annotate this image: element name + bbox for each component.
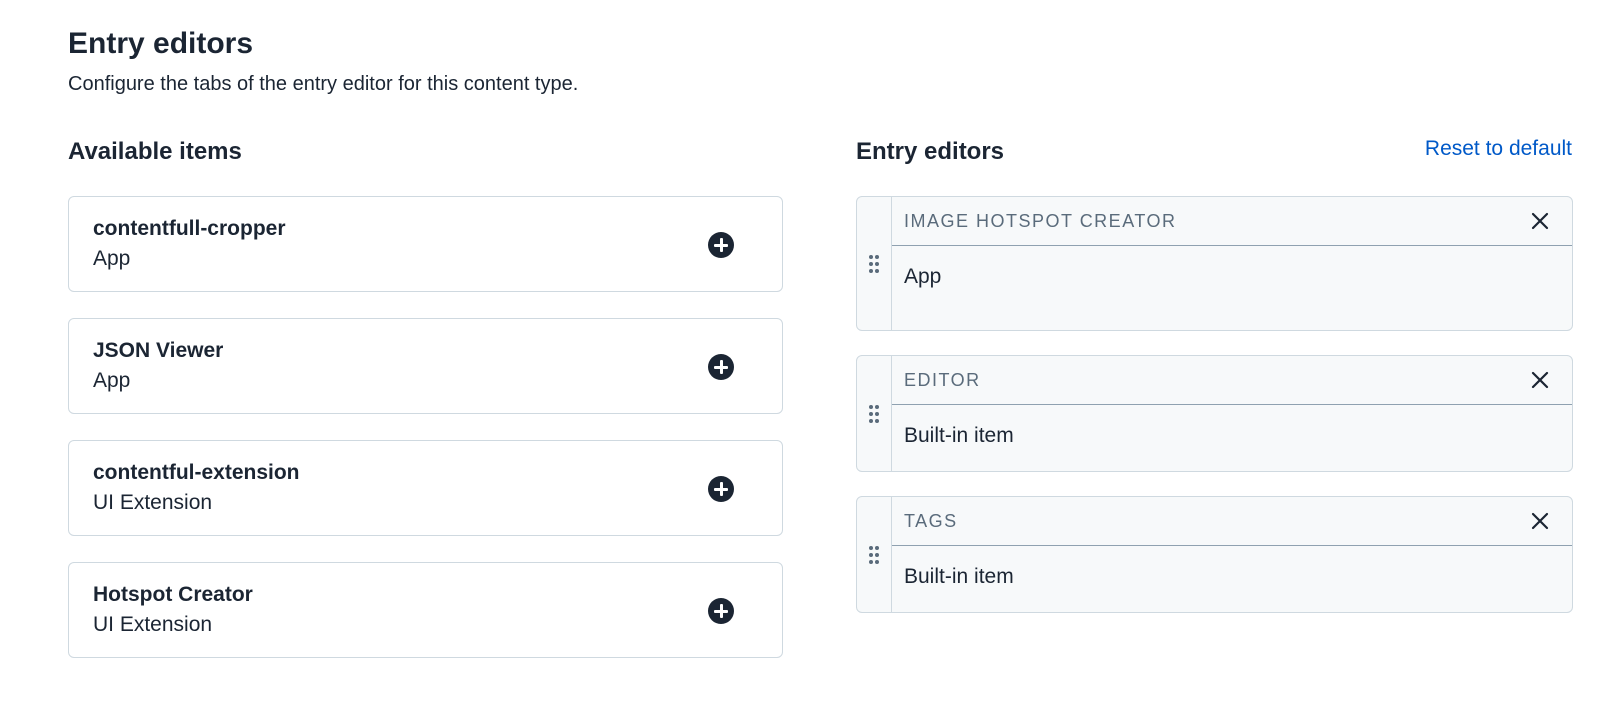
editor-card: IMAGE HOTSPOT CREATOR App xyxy=(856,196,1573,331)
available-item-name: JSON Viewer xyxy=(93,339,224,362)
editor-title: TAGS xyxy=(904,511,958,531)
drag-handle-icon[interactable] xyxy=(857,356,892,471)
editor-card-header: EDITOR xyxy=(892,356,1572,405)
close-icon[interactable] xyxy=(1528,209,1552,233)
available-item-card: contentfull-cropper App xyxy=(68,196,783,292)
drag-handle-icon[interactable] xyxy=(857,197,892,330)
page-subtitle: Configure the tabs of the entry editor f… xyxy=(68,73,579,95)
reset-to-default-link[interactable]: Reset to default xyxy=(1380,133,1572,165)
entry-editors-page: Entry editors Configure the tabs of the … xyxy=(0,0,1623,727)
editor-title: IMAGE HOTSPOT CREATOR xyxy=(904,211,1177,231)
available-item-type: UI Extension xyxy=(93,491,213,514)
close-icon[interactable] xyxy=(1528,509,1552,533)
editor-card: EDITOR Built-in item xyxy=(856,355,1573,472)
available-item-card: JSON Viewer App xyxy=(68,318,783,414)
editor-type: App xyxy=(904,265,942,288)
available-item-name: Hotspot Creator xyxy=(93,583,253,606)
editor-type: Built-in item xyxy=(904,424,1014,447)
available-item-type: App xyxy=(93,369,131,392)
available-item-card: Hotspot Creator UI Extension xyxy=(68,562,783,658)
plus-circle-icon[interactable] xyxy=(708,598,734,624)
editor-card-header: IMAGE HOTSPOT CREATOR xyxy=(892,197,1572,246)
available-items-heading: Available items xyxy=(68,138,242,165)
available-item-name: contentful-extension xyxy=(93,461,300,484)
page-title: Entry editors xyxy=(68,27,254,60)
drag-handle-icon[interactable] xyxy=(857,497,892,612)
editor-card: TAGS Built-in item xyxy=(856,496,1573,613)
plus-circle-icon[interactable] xyxy=(708,232,734,258)
available-item-type: App xyxy=(93,247,131,270)
available-item-card: contentful-extension UI Extension xyxy=(68,440,783,536)
entry-editors-heading: Entry editors xyxy=(856,138,1005,165)
available-item-name: contentfull-cropper xyxy=(93,217,286,240)
editor-type: Built-in item xyxy=(904,565,1014,588)
editor-title: EDITOR xyxy=(904,370,981,390)
editor-card-header: TAGS xyxy=(892,497,1572,546)
close-icon[interactable] xyxy=(1528,368,1552,392)
plus-circle-icon[interactable] xyxy=(708,476,734,502)
plus-circle-icon[interactable] xyxy=(708,354,734,380)
available-item-type: UI Extension xyxy=(93,613,213,636)
